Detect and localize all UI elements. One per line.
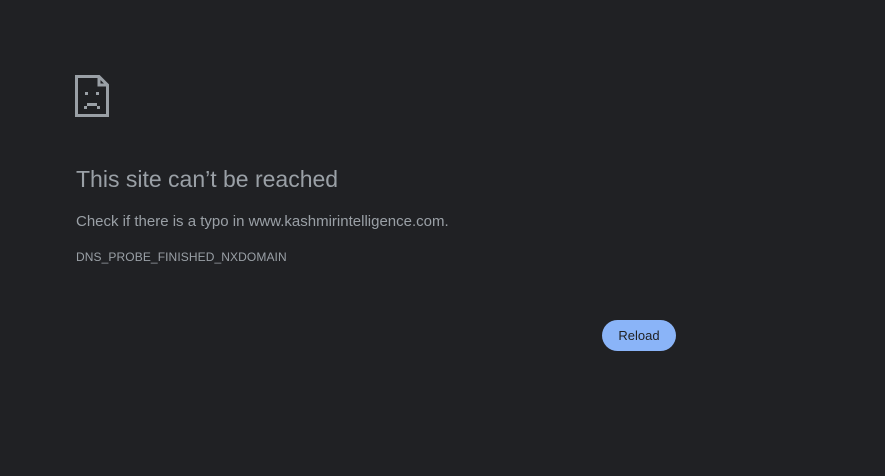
error-message: Check if there is a typo in www.kashmiri…: [76, 213, 449, 230]
sad-page-icon: [75, 75, 109, 117]
error-page: This site can’t be reached Check if ther…: [0, 0, 885, 476]
error-code: DNS_PROBE_FINISHED_NXDOMAIN: [76, 250, 287, 264]
page-title: This site can’t be reached: [76, 166, 339, 192]
reload-button[interactable]: Reload: [602, 320, 676, 351]
